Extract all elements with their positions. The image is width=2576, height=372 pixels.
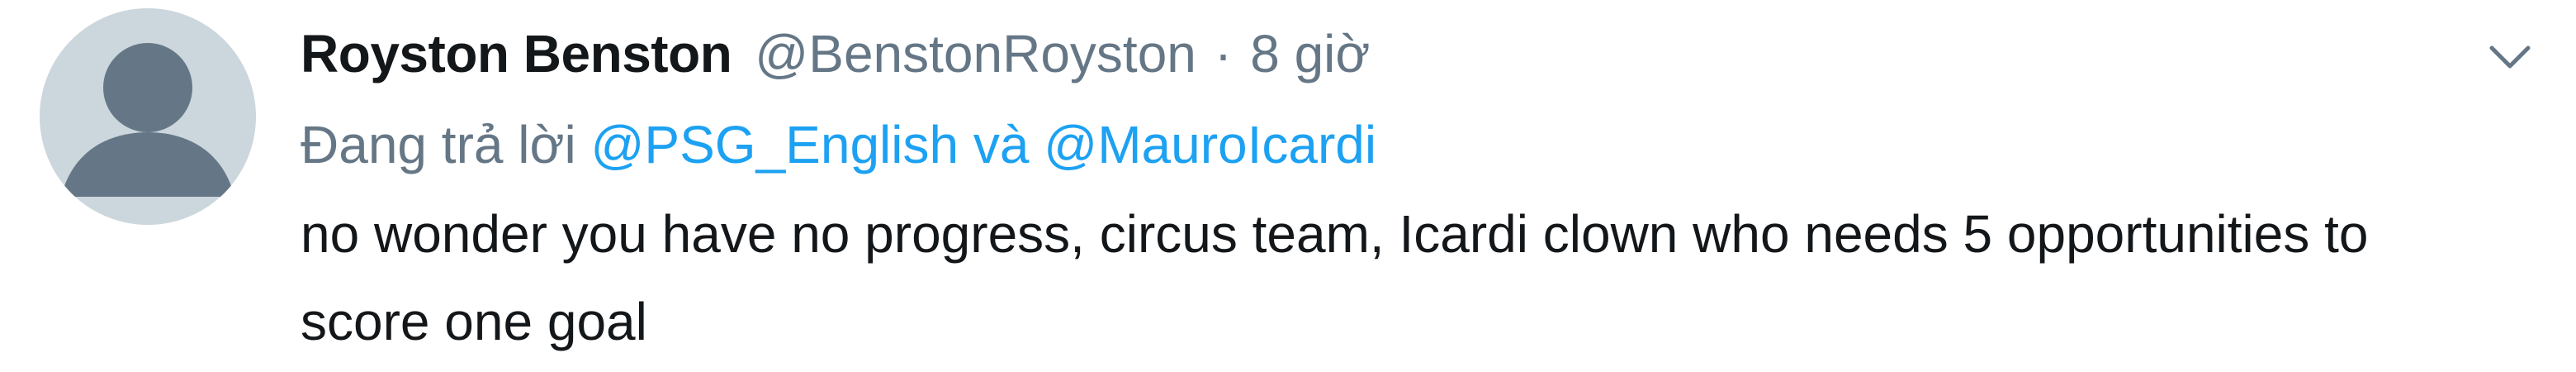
tweet[interactable]: Royston Benston @BenstonRoyston · 8 giờ … bbox=[0, 0, 2576, 372]
separator-dot: · bbox=[1214, 24, 1233, 83]
tweet-menu-button[interactable] bbox=[2477, 23, 2543, 89]
tweet-content: Royston Benston @BenstonRoyston · 8 giờ … bbox=[301, 8, 2464, 365]
mention-link[interactable]: @PSG_English bbox=[590, 115, 959, 174]
tweet-text: no wonder you have no progress, circus t… bbox=[301, 204, 2369, 351]
reply-context: Đang trả lời @PSG_English và @MauroIcard… bbox=[301, 99, 2464, 190]
tweet-header: Royston Benston @BenstonRoyston · 8 giờ bbox=[301, 8, 2464, 99]
default-profile-icon bbox=[61, 43, 234, 197]
reply-prefix: Đang trả lời bbox=[301, 115, 576, 174]
display-name[interactable]: Royston Benston bbox=[301, 8, 732, 99]
mention-link[interactable]: @MauroIcardi bbox=[1044, 115, 1376, 174]
user-handle[interactable]: @BenstonRoyston bbox=[755, 8, 1196, 99]
reply-conjunction: và bbox=[973, 115, 1030, 174]
chevron-down-icon bbox=[2489, 45, 2531, 69]
avatar[interactable] bbox=[40, 8, 256, 225]
timestamp[interactable]: 8 giờ bbox=[1250, 8, 1370, 99]
